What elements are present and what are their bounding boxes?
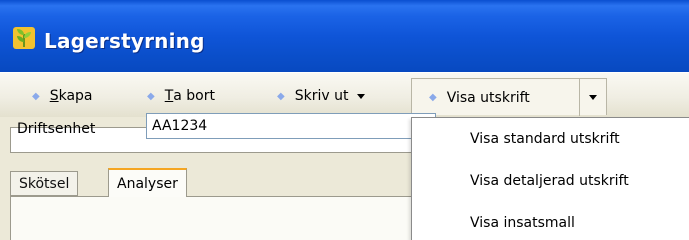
show-print-dropdown-toggle[interactable]: [579, 79, 606, 116]
bullet-icon: ◆: [32, 90, 40, 102]
driftsenhet-input[interactable]: [146, 113, 436, 139]
bullet-icon: ◆: [429, 92, 437, 103]
menu-item-insert-template[interactable]: Visa insatsmall: [412, 205, 689, 240]
menu-item-detailed-print[interactable]: Visa detaljerad utskrift: [412, 163, 689, 199]
tab-panel: [10, 197, 430, 240]
tab-skotsel[interactable]: Skötsel: [10, 171, 79, 196]
chevron-down-icon: [357, 93, 366, 99]
menu-item-standard-print[interactable]: Visa standard utskrift: [412, 121, 689, 157]
delete-button[interactable]: ◆ Ta bort: [147, 82, 215, 110]
show-print-label: Visa utskrift: [446, 89, 530, 106]
show-print-split-button[interactable]: ◆ Visa utskrift: [411, 78, 607, 116]
delete-mnemonic: T: [164, 88, 174, 104]
window-title: Lagerstyrning: [44, 29, 205, 53]
show-print-button[interactable]: ◆ Visa utskrift: [412, 79, 578, 116]
title-bar: Lagerstyrning: [0, 0, 689, 72]
create-mnemonic: S: [49, 88, 59, 104]
bullet-icon: ◆: [147, 90, 155, 102]
print-dropdown-button[interactable]: ◆ Skriv ut: [277, 82, 366, 110]
create-button[interactable]: ◆ Skapa: [32, 82, 93, 110]
chevron-down-icon: [589, 95, 597, 100]
wheat-leaf-icon: [13, 27, 35, 49]
bullet-icon: ◆: [277, 90, 285, 102]
tab-analyser[interactable]: Analyser: [108, 168, 187, 197]
driftsenhet-label: Driftsenhet: [17, 121, 96, 137]
delete-label-rest: a bort: [173, 88, 215, 104]
create-label-rest: kapa: [58, 88, 93, 104]
print-label: Skriv ut: [294, 88, 349, 104]
print-options-menu: Visa standard utskrift Visa detaljerad u…: [411, 117, 689, 240]
toolbar: ◆ Skapa ◆ Ta bort ◆ Skriv ut ◆ Visa utsk…: [0, 72, 689, 117]
